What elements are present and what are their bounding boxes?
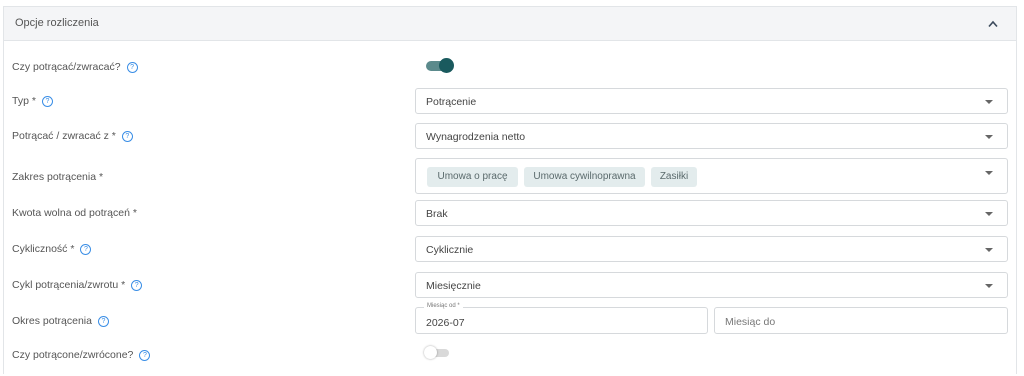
from-value: Wynagrodzenia netto	[426, 131, 526, 143]
deducted-label: Czy potrącone/zwrócone??	[12, 349, 151, 361]
type-select[interactable]: Potrącenie	[415, 88, 1008, 114]
from-select[interactable]: Wynagrodzenia netto	[415, 123, 1008, 149]
caret-down-icon	[985, 212, 993, 216]
type-value: Potrącenie	[426, 96, 477, 108]
help-icon[interactable]: ?	[121, 131, 133, 142]
month-from-label: Miesiąc od *	[424, 303, 463, 309]
caret-down-icon	[985, 100, 993, 104]
month-from-value: 2026-07	[426, 317, 465, 329]
toggle-knob	[424, 346, 437, 359]
help-icon[interactable]: ?	[131, 280, 143, 291]
scope-chip[interactable]: Umowa cywilnoprawna	[524, 167, 645, 187]
caret-down-icon	[985, 248, 993, 252]
month-to-input[interactable]: Miesiąc do	[714, 307, 1008, 334]
free-amount-select[interactable]: Brak	[415, 200, 1008, 226]
free-amount-value: Brak	[426, 208, 448, 220]
cycle-value: Miesięcznie	[426, 280, 481, 292]
deduct-label: Czy potrącać/zwracać??	[12, 61, 138, 73]
caret-down-icon	[985, 284, 993, 288]
help-icon[interactable]: ?	[126, 62, 138, 73]
cyclicity-select[interactable]: Cyklicznie	[415, 236, 1008, 262]
free-amount-label: Kwota wolna od potrąceń *	[12, 207, 137, 219]
panel-title: Opcje rozliczenia	[15, 17, 99, 29]
caret-down-icon	[985, 171, 993, 175]
chevron-up-icon[interactable]	[988, 20, 998, 28]
caret-down-icon	[985, 135, 993, 139]
scope-multiselect[interactable]: Umowa o pracę Umowa cywilnoprawna Zasiłk…	[415, 158, 1008, 194]
cyclicity-label: Cykliczność *?	[12, 243, 92, 255]
help-icon[interactable]: ?	[97, 316, 109, 327]
scope-chip[interactable]: Umowa o pracę	[427, 167, 518, 187]
cyclicity-value: Cyklicznie	[426, 244, 474, 256]
from-label: Potrącać / zwracać z *?	[12, 130, 133, 142]
deducted-toggle[interactable]	[424, 346, 450, 359]
help-icon[interactable]: ?	[80, 244, 92, 255]
type-label: Typ *?	[12, 95, 53, 107]
help-icon[interactable]: ?	[41, 96, 53, 107]
help-icon[interactable]: ?	[139, 350, 151, 361]
cycle-label: Cykl potrącenia/zwrotu *?	[12, 279, 143, 291]
toggle-knob	[439, 58, 454, 73]
scope-chip[interactable]: Zasiłki	[651, 167, 697, 187]
cycle-select[interactable]: Miesięcznie	[415, 272, 1008, 298]
month-from-input[interactable]: Miesiąc od * 2026-07	[415, 303, 708, 334]
period-label: Okres potrącenia?	[12, 315, 109, 327]
deduct-toggle[interactable]	[426, 58, 454, 73]
month-to-placeholder: Miesiąc do	[725, 316, 776, 328]
scope-label: Zakres potrącenia *	[12, 171, 104, 183]
panel-header[interactable]: Opcje rozliczenia	[4, 7, 1016, 41]
